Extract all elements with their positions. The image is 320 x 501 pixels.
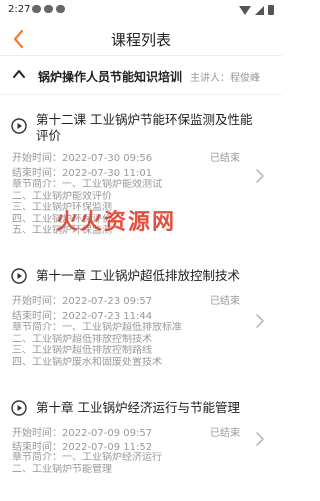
lesson-summary: 章节简介：一、工业锅炉超低排放标准 二、工业锅炉超低排放控制技术 三、工业锅炉超… — [12, 322, 252, 368]
chat-icon — [56, 5, 65, 13]
lesson-end-time: 结束时间：2022-07-30 11:01 — [12, 168, 153, 179]
lesson-status: 已结束 — [210, 153, 240, 164]
summary-line: 章节简介：一、工业锅炉能效测试 — [12, 179, 162, 190]
page-title: 课程列表 — [110, 31, 171, 49]
lesson-end-time: 结束时间：2022-07-23 11:44 — [12, 311, 153, 322]
battery-icon — [268, 5, 274, 15]
signal-icon — [255, 5, 264, 15]
lesson-start-time: 开始时间：2022-07-30 09:56 — [12, 153, 153, 164]
lesson-start-time: 开始时间：2022-07-09 09:57 — [12, 428, 153, 439]
summary-line: 章节简介：一、工业锅炉经济运行 — [12, 452, 162, 463]
chevron-up-icon[interactable] — [12, 68, 26, 80]
chevron-right-icon[interactable] — [254, 168, 266, 184]
nav-bar: 课程列表 — [0, 22, 282, 56]
lesson-title: 第十二课 工业锅炉节能环保监测及性能评价 — [36, 112, 253, 143]
course-header[interactable]: 锅炉操作人员节能知识培训 主讲人：程俊峰 — [0, 62, 282, 90]
summary-line: 二、工业锅炉能效评价 — [12, 190, 112, 202]
system-icons — [239, 5, 274, 15]
chat-icon — [32, 5, 41, 13]
lesson-title: 第十章 工业锅炉经济运行与节能管理 — [36, 400, 240, 415]
lesson-summary: 章节简介：一、工业锅炉经济运行 二、工业锅炉节能管理 — [12, 452, 252, 475]
chevron-right-icon[interactable] — [254, 431, 266, 447]
summary-line: 章节简介：一、工业锅炉超低排放标准 — [12, 322, 182, 333]
lesson-item[interactable]: 第十章 工业锅炉经济运行与节能管理 开始时间：2022-07-09 09:57 … — [0, 394, 282, 494]
play-circle-icon — [11, 268, 27, 284]
summary-line: 三、工业锅炉超低排放控制路线 — [12, 345, 152, 356]
lesson-title: 第十一章 工业锅炉超低排放控制技术 — [36, 268, 240, 283]
course-name: 锅炉操作人员节能知识培训 — [38, 70, 183, 84]
watermark: 火火资源网 — [56, 210, 177, 235]
play-circle-icon — [11, 118, 27, 134]
chat-icon — [44, 5, 53, 13]
divider — [0, 94, 282, 95]
notification-icons — [32, 5, 65, 13]
chevron-right-icon[interactable] — [254, 313, 266, 329]
summary-line: 二、工业锅炉超低排放控制技术 — [12, 333, 152, 345]
lesson-status: 已结束 — [210, 428, 240, 439]
wifi-icon — [239, 5, 251, 15]
lesson-status: 已结束 — [210, 296, 240, 307]
summary-line: 四、工业锅炉废水和固废处置技术 — [12, 356, 162, 368]
status-time: 2:27 — [8, 4, 31, 15]
lesson-item[interactable]: 第十一章 工业锅炉超低排放控制技术 开始时间：2022-07-23 09:57 … — [0, 262, 282, 386]
status-bar: 2:27 — [0, 0, 282, 20]
play-circle-icon — [11, 400, 27, 416]
lecturer-label: 主讲人：程俊峰 — [190, 73, 260, 84]
summary-line: 二、工业锅炉节能管理 — [12, 463, 112, 475]
lesson-start-time: 开始时间：2022-07-23 09:57 — [12, 296, 153, 307]
lesson-end-time: 结束时间：2022-07-09 11:52 — [12, 442, 153, 453]
